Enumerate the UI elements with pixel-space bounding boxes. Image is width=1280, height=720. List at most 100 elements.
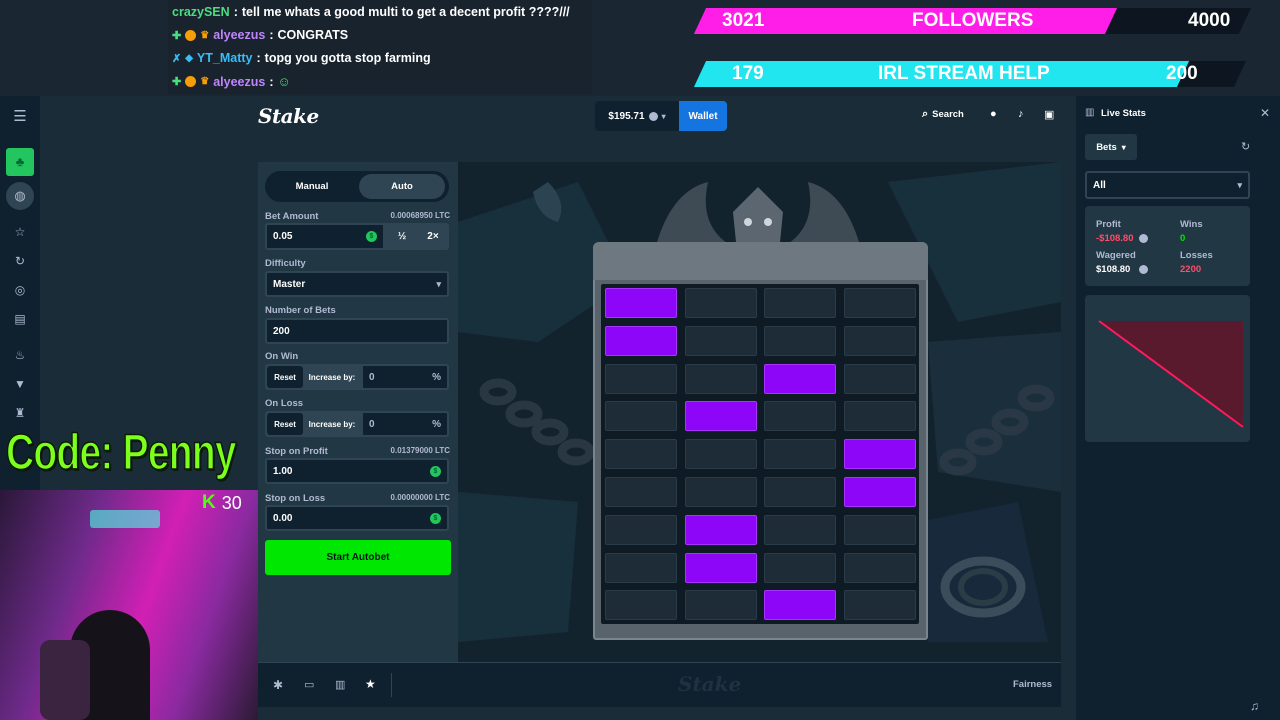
on-loss-increase-button[interactable]: Increase by: (305, 413, 359, 435)
on-win-value: 0 (369, 371, 375, 383)
gem-tile[interactable] (605, 325, 677, 356)
bet-amount-input[interactable]: 0.05 $ (265, 223, 385, 250)
difficulty-label: Difficulty (265, 258, 306, 269)
tile[interactable] (684, 325, 757, 356)
half-button[interactable]: ½ (387, 225, 417, 248)
bell-icon[interactable]: ♪ (1018, 108, 1024, 120)
gem-tile[interactable] (605, 288, 677, 318)
stop-loss-input[interactable]: 0.00 $ (265, 505, 449, 531)
stake-logo[interactable]: Stake (258, 104, 319, 128)
on-win-input[interactable]: 0 % (361, 364, 449, 390)
settings-icon[interactable]: ✱ (273, 678, 283, 692)
double-button[interactable]: 2× (418, 225, 448, 248)
tower-battlement (593, 242, 928, 280)
gem-tile[interactable] (843, 477, 916, 507)
gem-tile[interactable] (843, 439, 916, 470)
footer-watermark: Stake (678, 672, 742, 696)
difficulty-select[interactable]: Master ▾ (265, 271, 449, 297)
theatre-icon[interactable]: ▭ (304, 678, 314, 691)
chat-separator: : (233, 5, 238, 19)
bookmark-icon[interactable]: ▼ (12, 376, 28, 392)
gem-tile[interactable] (684, 514, 757, 545)
reset-label: Reset (274, 419, 296, 429)
tile[interactable] (605, 590, 677, 621)
menu-icon[interactable]: ☰ (12, 109, 28, 125)
tile[interactable] (764, 514, 836, 545)
half-label: ½ (397, 231, 407, 242)
ltc-coin-icon: $ (366, 231, 377, 242)
search-button[interactable]: ⌕ Search (922, 108, 964, 121)
tile[interactable] (684, 590, 757, 621)
tile[interactable] (843, 325, 916, 356)
tile[interactable] (843, 552, 916, 583)
close-icon[interactable]: ✕ (1260, 106, 1270, 120)
tab-auto[interactable]: Auto (359, 174, 445, 199)
tile[interactable] (843, 401, 916, 432)
gem-tile[interactable] (764, 363, 836, 394)
target-icon[interactable]: ◎ (12, 282, 28, 298)
kick-count: 30 (221, 492, 242, 513)
user-icon[interactable]: ● (990, 108, 997, 120)
trophy-icon[interactable]: ♜ (12, 405, 28, 421)
tile[interactable] (843, 363, 916, 394)
tile[interactable] (843, 288, 916, 318)
on-win-reset-button[interactable]: Reset (267, 366, 303, 388)
chat-message: ✚ ♛ alyeezus : ☺ (172, 74, 291, 89)
stats-icon[interactable]: ▥ (335, 678, 345, 691)
tile[interactable] (764, 288, 836, 318)
star-icon[interactable]: ☆ (12, 224, 28, 240)
casino-icon[interactable]: ♣ (6, 148, 34, 176)
favorite-icon[interactable]: ★ (365, 677, 376, 691)
tile[interactable] (605, 514, 677, 545)
diamond-icon: ◆ (185, 52, 193, 64)
stop-profit-input[interactable]: 1.00 $ (265, 458, 449, 484)
tile[interactable] (764, 477, 836, 507)
help-current: 179 (732, 63, 764, 84)
wallet-button[interactable]: Wallet (679, 101, 727, 131)
tile[interactable] (843, 590, 916, 621)
tile[interactable] (684, 439, 757, 470)
tile[interactable] (764, 401, 836, 432)
profit-chart-line (1098, 320, 1244, 428)
refresh-icon[interactable]: ↻ (1241, 140, 1250, 153)
tile[interactable] (605, 552, 677, 583)
history-icon[interactable]: ↻ (12, 253, 28, 269)
tile[interactable] (605, 477, 677, 507)
ltc-coin-icon (1139, 234, 1148, 243)
tile[interactable] (605, 363, 677, 394)
tile[interactable] (843, 514, 916, 545)
gem-tile[interactable] (684, 401, 757, 432)
tile[interactable] (764, 325, 836, 356)
gem-tile[interactable] (764, 590, 836, 621)
on-loss-reset-button[interactable]: Reset (267, 413, 303, 435)
sports-icon[interactable]: ◍ (6, 182, 34, 210)
start-autobet-button[interactable]: Start Autobet (265, 540, 451, 575)
tile[interactable] (764, 439, 836, 470)
sword-icon: ✗ (172, 52, 182, 65)
chat-icon[interactable]: ▣ (1044, 108, 1054, 121)
list-icon[interactable]: ▤ (12, 311, 28, 327)
tile[interactable] (684, 288, 757, 318)
sub-badge-icon: ✚ (172, 76, 182, 88)
on-win-increase-button[interactable]: Increase by: (305, 366, 359, 388)
filter-select[interactable]: All ▾ (1085, 171, 1250, 199)
gem-tile[interactable] (684, 552, 757, 583)
fairness-link[interactable]: Fairness (1013, 679, 1052, 690)
tab-manual-label: Manual (295, 181, 329, 192)
headset-icon[interactable]: ♫ (1250, 699, 1259, 713)
live-stats-title: Live Stats (1101, 108, 1146, 119)
kick-icon: K (202, 492, 216, 513)
webcam-feed (0, 490, 258, 720)
balance-display[interactable]: $195.71 ▾ (595, 101, 679, 131)
tab-manual[interactable]: Manual (269, 174, 355, 199)
promo-code-text: Code: Penny (5, 423, 237, 481)
tile[interactable] (684, 363, 757, 394)
tile[interactable] (605, 439, 677, 470)
tile[interactable] (605, 401, 677, 432)
tile[interactable] (684, 477, 757, 507)
num-bets-input[interactable]: 200 (265, 318, 449, 344)
tile[interactable] (764, 552, 836, 583)
fire-icon[interactable]: ♨ (12, 347, 28, 363)
bets-dropdown[interactable]: Bets ▾ (1085, 134, 1137, 160)
on-loss-input[interactable]: 0 % (361, 411, 449, 437)
